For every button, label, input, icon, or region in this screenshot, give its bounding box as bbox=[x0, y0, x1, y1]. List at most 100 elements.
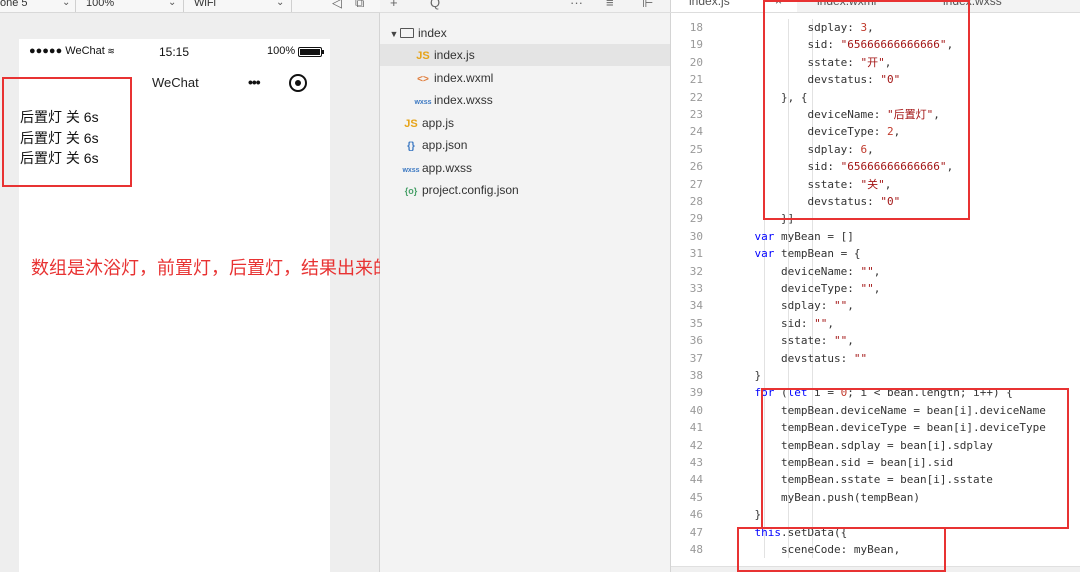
volume-icon[interactable]: ◁ bbox=[332, 0, 342, 11]
tree-item-label: index.js bbox=[434, 48, 475, 62]
line-number: 38 bbox=[689, 369, 703, 382]
tree-item-label: index.wxss bbox=[434, 93, 493, 107]
simulator-toolbar: one 5 ⌄ 100% ⌄ WiFi ⌄ ◁ ⧉ bbox=[0, 0, 380, 13]
tree-item-label: app.json bbox=[422, 138, 468, 152]
line-number: 34 bbox=[689, 299, 703, 313]
tree-item-label: index.wxml bbox=[434, 71, 494, 85]
popout-icon[interactable]: ⧉ bbox=[355, 0, 364, 11]
code-editor-pane: index.js × index.wxml index.wxss 18 sdpla… bbox=[671, 0, 1080, 572]
line-number: 42 bbox=[689, 438, 703, 452]
code-line[interactable]: 33 deviceType: "", bbox=[671, 280, 1080, 297]
sort-icon[interactable]: ≡ bbox=[606, 0, 614, 10]
code-text: sstate: "", bbox=[728, 334, 854, 348]
triangle-down-icon: ▼ bbox=[389, 29, 399, 39]
line-number: 28 bbox=[689, 195, 703, 208]
tree-item-app-json[interactable]: {} app.json bbox=[380, 134, 670, 156]
carrier-label: ●●●●● WeChat ≋ bbox=[29, 45, 115, 57]
screenshot-root: one 5 ⌄ 100% ⌄ WiFi ⌄ ◁ ⧉ ●●●●● WeChat ≋… bbox=[0, 0, 1080, 572]
tree-item-app-js[interactable]: JS app.js bbox=[380, 112, 670, 134]
tree-item-index-wxss[interactable]: wxss index.wxss bbox=[380, 89, 670, 111]
line-number: 23 bbox=[689, 108, 703, 121]
js-file-icon: JS bbox=[404, 118, 418, 130]
line-number: 32 bbox=[689, 264, 703, 278]
line-number: 44 bbox=[689, 473, 703, 487]
line-number: 20 bbox=[689, 55, 703, 69]
line-number: 30 bbox=[689, 229, 703, 243]
wifi-icon: ≋ bbox=[104, 46, 115, 56]
code-line[interactable]: 30 var myBean = [] bbox=[671, 228, 1080, 245]
line-number: 43 bbox=[689, 456, 703, 469]
line-number: 39 bbox=[689, 386, 703, 400]
simulator-pane: one 5 ⌄ 100% ⌄ WiFi ⌄ ◁ ⧉ ●●●●● WeChat ≋… bbox=[0, 0, 509, 572]
highlight-box-setdata bbox=[737, 527, 946, 572]
tree-item-index-js[interactable]: JS index.js bbox=[380, 44, 670, 66]
code-text: var myBean = [] bbox=[754, 229, 854, 243]
highlight-box-array bbox=[763, 0, 970, 220]
status-time: 15:15 bbox=[159, 45, 190, 59]
config-file-icon: {o} bbox=[404, 186, 418, 196]
more-icon[interactable]: ••• bbox=[248, 74, 261, 90]
chevron-down-icon: ⌄ bbox=[168, 0, 177, 8]
line-number: 27 bbox=[689, 177, 703, 191]
folder-icon bbox=[400, 28, 414, 38]
json-file-icon: {} bbox=[407, 141, 415, 152]
line-number: 22 bbox=[689, 90, 703, 104]
collapse-icon[interactable]: ⊩ bbox=[642, 0, 653, 11]
code-line[interactable]: 36 sstate: "", bbox=[671, 332, 1080, 349]
battery-percent: 100% bbox=[267, 45, 296, 57]
code-text: sid: "", bbox=[728, 316, 834, 330]
code-line[interactable]: 31 var tempBean = { bbox=[671, 245, 1080, 262]
code-line[interactable]: 35 sid: "", bbox=[671, 315, 1080, 332]
line-number: 47 bbox=[689, 525, 703, 539]
more-icon[interactable]: ··· bbox=[570, 0, 583, 10]
file-tree-pane: + Q ··· ≡ ⊩ ▼ index JS index.js <> index.wx… bbox=[380, 0, 671, 572]
code-text: var tempBean = { bbox=[754, 247, 861, 261]
file-tree-toolbar: + Q ··· ≡ ⊩ bbox=[380, 0, 671, 13]
tree-item-label: index bbox=[418, 26, 447, 40]
code-text: } bbox=[728, 508, 762, 522]
chevron-down-icon: ⌄ bbox=[276, 0, 285, 8]
code-text: deviceType: "", bbox=[728, 282, 881, 295]
line-number: 24 bbox=[689, 125, 703, 139]
line-number: 35 bbox=[689, 316, 703, 330]
line-number: 25 bbox=[689, 142, 703, 156]
code-text: devstatus: "" bbox=[728, 351, 868, 365]
line-number: 18 bbox=[689, 21, 703, 34]
tree-item-app-wxss[interactable]: wxss app.wxss bbox=[380, 157, 670, 179]
tree-item-project-config[interactable]: {o} project.config.json bbox=[380, 179, 670, 201]
line-number: 33 bbox=[689, 282, 703, 295]
search-icon[interactable]: Q bbox=[430, 0, 440, 10]
code-line[interactable]: 37 devstatus: "" bbox=[671, 350, 1080, 367]
code-text: sdplay: "", bbox=[728, 299, 854, 313]
code-line[interactable]: 34 sdplay: "", bbox=[671, 297, 1080, 314]
line-number: 26 bbox=[689, 160, 703, 174]
highlight-box-loop bbox=[761, 388, 1069, 529]
line-number: 36 bbox=[689, 334, 703, 348]
line-number: 41 bbox=[689, 421, 703, 435]
line-number: 19 bbox=[689, 38, 703, 52]
code-line[interactable]: 32 deviceName: "", bbox=[671, 263, 1080, 280]
code-line[interactable]: 38 } bbox=[671, 367, 1080, 384]
close-capsule-icon[interactable] bbox=[289, 74, 307, 92]
battery-icon bbox=[298, 47, 324, 57]
wxss-file-icon: wxss bbox=[414, 99, 432, 106]
line-number: 48 bbox=[689, 543, 703, 556]
tree-item-label: project.config.json bbox=[422, 183, 519, 197]
line-number: 40 bbox=[689, 403, 703, 417]
tree-item-index-wxml[interactable]: <> index.wxml bbox=[380, 67, 670, 89]
tree-item-label: app.wxss bbox=[422, 161, 473, 175]
tree-folder-index[interactable]: ▼ index bbox=[380, 22, 670, 44]
line-number: 37 bbox=[689, 351, 703, 365]
line-number: 29 bbox=[689, 212, 703, 226]
js-file-icon: JS bbox=[416, 50, 430, 62]
page-title: WeChat bbox=[152, 75, 199, 90]
code-text: deviceName: "", bbox=[728, 264, 881, 278]
tree-item-label: app.js bbox=[422, 116, 455, 130]
line-number: 31 bbox=[689, 247, 703, 261]
code-text: } bbox=[728, 369, 762, 382]
add-icon[interactable]: + bbox=[390, 0, 398, 10]
line-number: 46 bbox=[689, 508, 703, 522]
line-number: 45 bbox=[689, 490, 703, 504]
wxml-file-icon: <> bbox=[417, 74, 429, 85]
chevron-down-icon: ⌄ bbox=[62, 0, 71, 8]
